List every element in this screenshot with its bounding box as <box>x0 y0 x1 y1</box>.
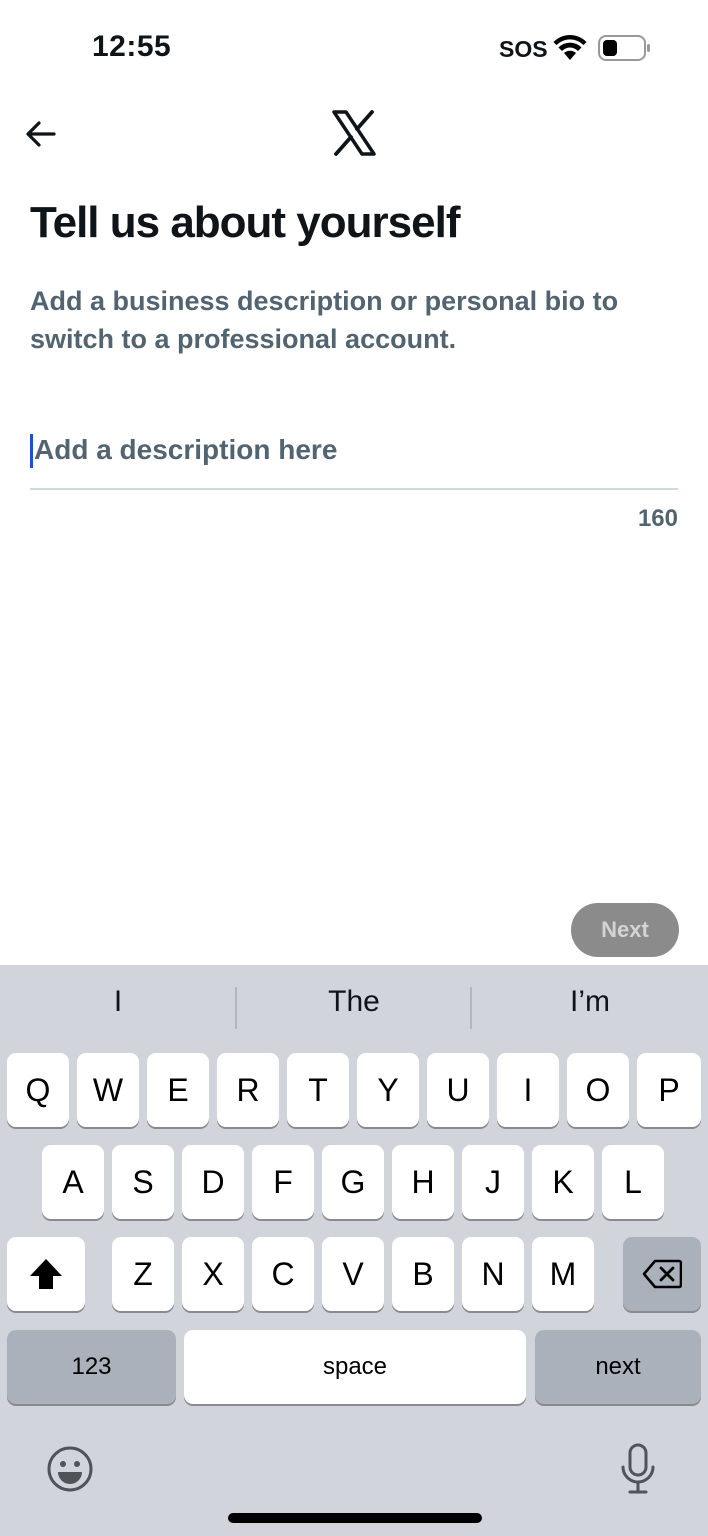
character-count: 160 <box>637 505 678 532</box>
numbers-key[interactable]: 123 <box>7 1330 176 1404</box>
description-input[interactable]: Add a description here <box>30 424 678 490</box>
suggestion-bar: I The I’m <box>0 965 708 1049</box>
page-subtitle: Add a business description or personal b… <box>30 286 619 354</box>
status-carrier: SOS <box>499 36 548 62</box>
key-f[interactable]: F <box>252 1145 314 1219</box>
home-indicator <box>228 1513 482 1523</box>
microphone-icon[interactable] <box>618 1443 658 1495</box>
page-title: Tell us about yourself <box>30 198 460 247</box>
key-r[interactable]: R <box>217 1053 279 1127</box>
key-v[interactable]: V <box>322 1237 384 1311</box>
next-key[interactable]: next <box>535 1330 701 1404</box>
key-z[interactable]: Z <box>112 1237 174 1311</box>
backspace-icon <box>642 1259 682 1289</box>
key-p[interactable]: P <box>637 1053 701 1127</box>
key-e[interactable]: E <box>147 1053 209 1127</box>
shift-icon <box>30 1259 62 1289</box>
space-key[interactable]: space <box>184 1330 526 1404</box>
key-q[interactable]: Q <box>7 1053 69 1127</box>
key-d[interactable]: D <box>182 1145 244 1219</box>
key-g[interactable]: G <box>322 1145 384 1219</box>
suggestion-item[interactable]: I’m <box>472 985 708 1019</box>
key-m[interactable]: M <box>532 1237 594 1311</box>
key-i[interactable]: I <box>497 1053 559 1127</box>
key-b[interactable]: B <box>392 1237 454 1311</box>
key-x[interactable]: X <box>182 1237 244 1311</box>
key-l[interactable]: L <box>602 1145 664 1219</box>
text-caret <box>30 434 33 468</box>
key-j[interactable]: J <box>462 1145 524 1219</box>
battery-icon <box>598 35 650 61</box>
keyboard: I The I’m Q W E R T Y U I O P A S D F G … <box>0 965 708 1536</box>
x-logo-icon <box>332 110 376 156</box>
back-button[interactable] <box>22 114 62 154</box>
key-c[interactable]: C <box>252 1237 314 1311</box>
status-time: 12:55 <box>92 30 172 63</box>
shift-key[interactable] <box>7 1237 85 1311</box>
suggestion-item[interactable]: The <box>236 985 472 1019</box>
next-button[interactable]: Next <box>571 903 679 957</box>
key-t[interactable]: T <box>287 1053 349 1127</box>
key-k[interactable]: K <box>532 1145 594 1219</box>
emoji-icon[interactable] <box>46 1445 94 1493</box>
key-a[interactable]: A <box>42 1145 104 1219</box>
backspace-key[interactable] <box>623 1237 701 1311</box>
wifi-icon <box>553 35 587 60</box>
status-bar: 12:55 SOS <box>0 0 708 96</box>
arrow-left-icon <box>26 121 56 147</box>
key-u[interactable]: U <box>427 1053 489 1127</box>
key-n[interactable]: N <box>462 1237 524 1311</box>
key-o[interactable]: O <box>567 1053 629 1127</box>
key-w[interactable]: W <box>77 1053 139 1127</box>
suggestion-item[interactable]: I <box>0 985 236 1019</box>
key-s[interactable]: S <box>112 1145 174 1219</box>
key-y[interactable]: Y <box>357 1053 419 1127</box>
key-h[interactable]: H <box>392 1145 454 1219</box>
description-placeholder: Add a description here <box>34 434 338 465</box>
